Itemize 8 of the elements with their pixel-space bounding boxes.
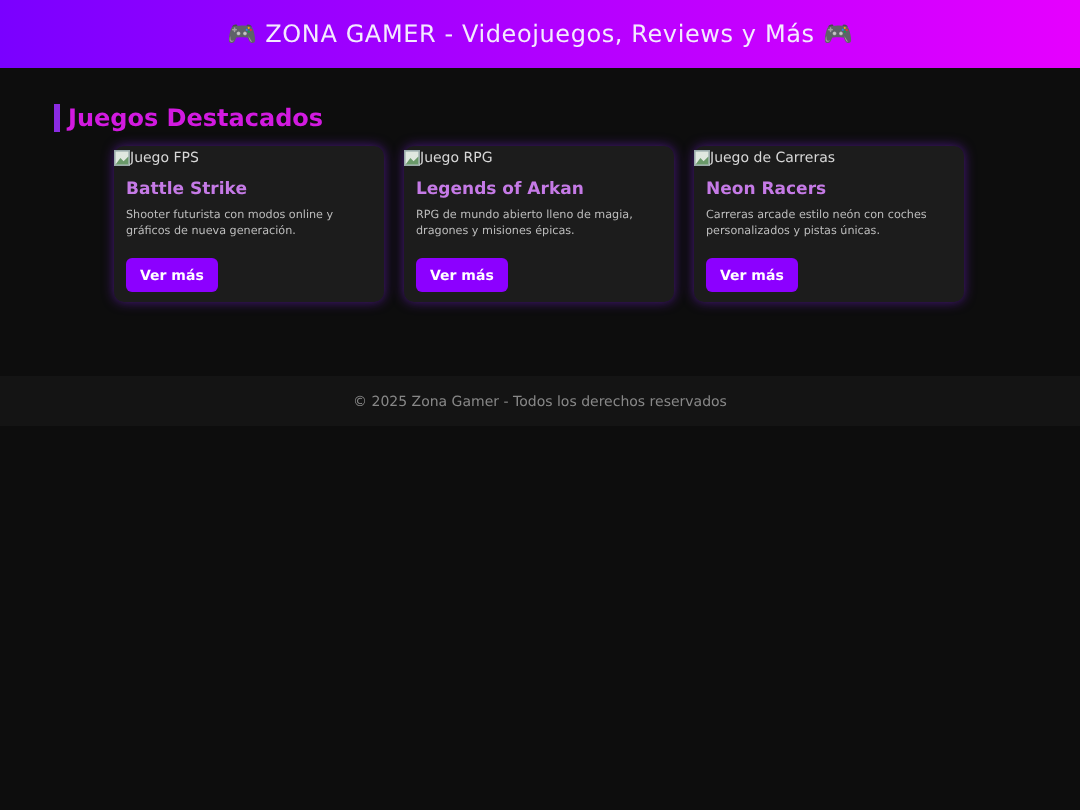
broken-image-icon — [114, 150, 130, 166]
game-title: Neon Racers — [706, 178, 829, 202]
broken-image-icon — [404, 150, 420, 166]
site-title: 🎮 ZONA GAMER - Videojuegos, Reviews y Más 🎮 — [226, 20, 854, 48]
game-title: Legends of Arkan — [416, 178, 586, 202]
game-title: Battle Strike — [126, 178, 249, 202]
broken-image-icon — [694, 150, 710, 166]
section-heading: Juegos Destacados — [54, 104, 324, 132]
